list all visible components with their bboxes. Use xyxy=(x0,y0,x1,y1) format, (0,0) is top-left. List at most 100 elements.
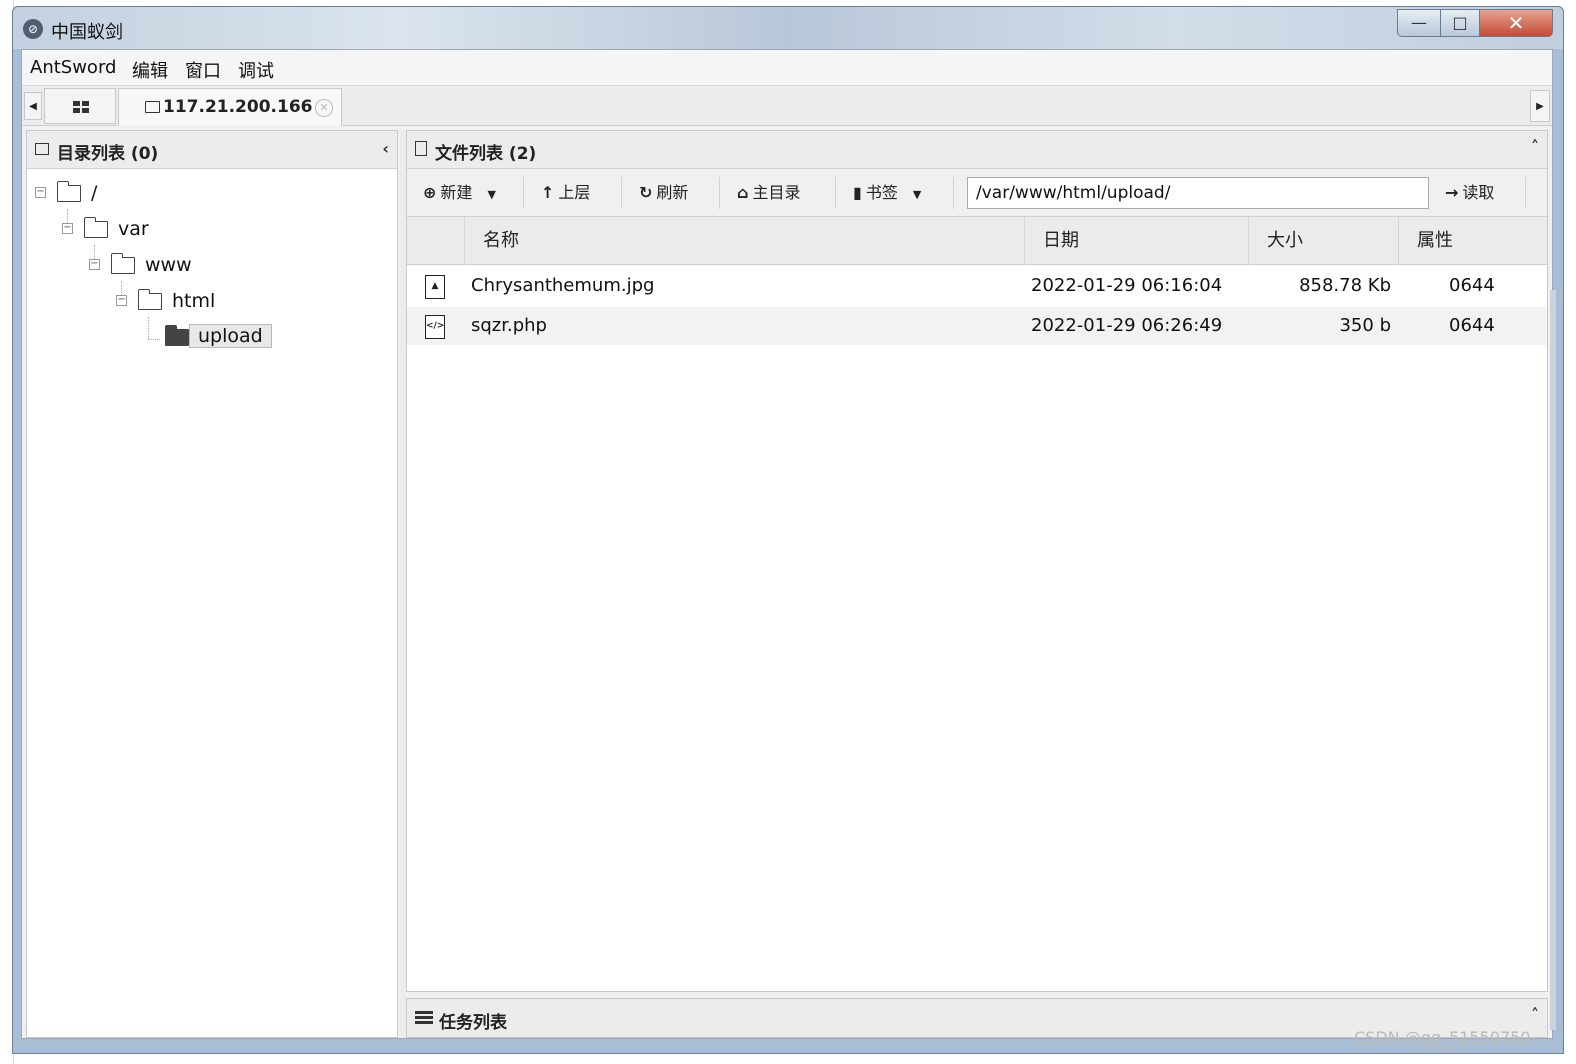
folder-icon xyxy=(35,143,49,155)
home-dir-button[interactable]: ⌂ 主目录 xyxy=(737,179,800,207)
file-panel: 文件列表 (2) ˄ ⊕ 新建 ▼ ↑ 上层 ↻ 刷新 ⌂ 主目录 ▮ 书签 ▼… xyxy=(406,130,1548,992)
read-path-button[interactable]: → 读取 xyxy=(1445,179,1494,207)
menu-bar: AntSword 编辑 窗口 调试 xyxy=(22,50,1552,86)
tab-close-icon[interactable]: ✕ xyxy=(315,99,333,117)
tab-home-grid[interactable] xyxy=(44,88,116,124)
tab-shell-session[interactable]: 117.21.200.166 ✕ xyxy=(118,88,342,126)
folder-icon xyxy=(137,289,162,310)
window-scroll-strip xyxy=(1550,290,1556,1030)
column-header-attr[interactable]: 属性 xyxy=(1399,217,1549,265)
bookmark-label: 书签 xyxy=(865,183,898,202)
file-size: 350 b xyxy=(1339,315,1391,336)
close-window-button[interactable]: ✕ xyxy=(1479,9,1553,37)
bookmark-button[interactable]: ▮ 书签 ▼ xyxy=(853,179,921,207)
app-logo-icon: ⊘ xyxy=(23,19,43,39)
file-date: 2022-01-29 06:16:04 xyxy=(1031,275,1223,296)
tab-scroll-left-button[interactable]: ◀ xyxy=(24,92,42,120)
menu-window[interactable]: 窗口 xyxy=(185,57,221,83)
folder-icon xyxy=(110,253,135,274)
bookmark-icon: ▮ xyxy=(853,183,862,202)
maximize-button[interactable]: □ xyxy=(1440,9,1480,37)
new-button[interactable]: ⊕ 新建 ▼ xyxy=(423,179,496,207)
up-level-label: 上层 xyxy=(558,183,591,202)
folder-open-icon xyxy=(164,325,189,346)
image-file-icon: ▲ xyxy=(425,275,445,299)
tree-collapse-icon[interactable]: − xyxy=(89,259,100,270)
refresh-button[interactable]: ↻ 刷新 xyxy=(639,179,688,207)
menu-antsword[interactable]: AntSword xyxy=(30,57,116,78)
menu-debug[interactable]: 调试 xyxy=(238,57,274,83)
chevron-down-icon: ▼ xyxy=(912,188,922,201)
file-panel-title: 文件列表 (2) xyxy=(435,144,537,164)
file-date: 2022-01-29 06:26:49 xyxy=(1031,315,1223,336)
file-name: Chrysanthemum.jpg xyxy=(471,275,655,296)
refresh-label: 刷新 xyxy=(656,183,689,202)
collapse-up-icon[interactable]: ˄ xyxy=(1531,137,1539,156)
home-icon: ⌂ xyxy=(737,183,749,202)
tab-scroll-right-button[interactable]: ▶ xyxy=(1530,90,1550,122)
folder-icon xyxy=(145,101,160,113)
tab-bar: ◀ 117.21.200.166 ✕ ▶ xyxy=(22,86,1552,126)
up-level-button[interactable]: ↑ 上层 xyxy=(541,179,590,207)
directory-panel-header: 目录列表 (0) ‹ xyxy=(27,131,397,169)
tree-node-upload[interactable]: upload xyxy=(143,323,383,353)
toolbar-separator xyxy=(523,177,524,209)
read-path-label: 读取 xyxy=(1462,183,1495,202)
folder-icon xyxy=(56,181,81,202)
code-file-icon: </> xyxy=(425,315,445,339)
tree-node-www[interactable]: − www xyxy=(89,251,389,281)
antsword-window: ⊘ 中国蚁剑 — □ ✕ AntSword 编辑 窗口 调试 ◀ 117.21.… xyxy=(12,6,1564,1054)
chevron-down-icon: ▼ xyxy=(487,188,496,201)
tree-node-html[interactable]: − html xyxy=(116,287,386,317)
toolbar-separator xyxy=(719,177,720,209)
table-row[interactable]: </> sqzr.php 2022-01-29 06:26:49 350 b 0… xyxy=(407,307,1547,345)
refresh-icon: ↻ xyxy=(639,183,653,202)
collapse-left-icon[interactable]: ‹ xyxy=(382,139,389,158)
toolbar-separator xyxy=(835,177,836,209)
file-name: sqzr.php xyxy=(471,315,547,336)
tree-node-root[interactable]: − / xyxy=(35,179,395,209)
path-input[interactable] xyxy=(967,177,1429,209)
client-area: AntSword 编辑 窗口 调试 ◀ 117.21.200.166 ✕ ▶ 目… xyxy=(21,49,1553,1039)
column-header-name[interactable]: 名称 xyxy=(465,217,1025,265)
tree-node-label: html xyxy=(172,290,216,312)
file-grid-header: 名称 日期 大小 属性 xyxy=(407,217,1547,265)
tree-collapse-icon[interactable]: − xyxy=(116,295,127,306)
tree-collapse-icon[interactable]: − xyxy=(35,187,46,198)
watermark-text: CSDN @qq_51550750 xyxy=(1354,1028,1531,1047)
plus-circle-icon: ⊕ xyxy=(423,183,437,202)
directory-panel-title: 目录列表 (0) xyxy=(57,144,159,164)
arrow-up-icon: ↑ xyxy=(541,183,555,202)
tree-node-label: var xyxy=(118,218,149,240)
file-attr: 0644 xyxy=(1449,275,1495,296)
tree-node-label: / xyxy=(91,182,98,204)
directory-panel: 目录列表 (0) ‹ − / − var − www − html upload xyxy=(26,130,398,1038)
file-icon xyxy=(415,141,427,156)
column-header-size[interactable]: 大小 xyxy=(1249,217,1399,265)
file-size: 858.78 Kb xyxy=(1299,275,1391,296)
file-attr: 0644 xyxy=(1449,315,1495,336)
arrow-right-icon: → xyxy=(1445,183,1459,202)
home-dir-label: 主目录 xyxy=(752,183,801,202)
tree-collapse-icon[interactable]: − xyxy=(62,223,73,234)
list-icon xyxy=(415,1011,433,1025)
toolbar-separator xyxy=(1525,177,1526,209)
folder-icon xyxy=(83,217,108,238)
file-toolbar: ⊕ 新建 ▼ ↑ 上层 ↻ 刷新 ⌂ 主目录 ▮ 书签 ▼ /var/www/h… xyxy=(407,169,1547,217)
collapse-up-icon[interactable]: ˄ xyxy=(1531,1005,1539,1024)
tree-node-var[interactable]: − var xyxy=(62,215,392,245)
file-panel-header: 文件列表 (2) ˄ xyxy=(407,131,1547,169)
task-panel-title: 任务列表 xyxy=(439,1013,507,1033)
new-button-label: 新建 xyxy=(440,183,473,202)
tree-node-label-selected: upload xyxy=(189,324,272,348)
column-header-date[interactable]: 日期 xyxy=(1025,217,1249,265)
toolbar-separator xyxy=(953,177,954,209)
column-header-icon xyxy=(407,217,465,265)
title-bar[interactable]: ⊘ 中国蚁剑 — □ ✕ xyxy=(13,7,1563,49)
window-title: 中国蚁剑 xyxy=(51,22,123,43)
minimize-button[interactable]: — xyxy=(1397,9,1441,37)
tree-node-label: www xyxy=(145,254,192,276)
table-row[interactable]: ▲ Chrysanthemum.jpg 2022-01-29 06:16:04 … xyxy=(407,267,1547,305)
toolbar-separator xyxy=(621,177,622,209)
menu-edit[interactable]: 编辑 xyxy=(132,57,168,83)
